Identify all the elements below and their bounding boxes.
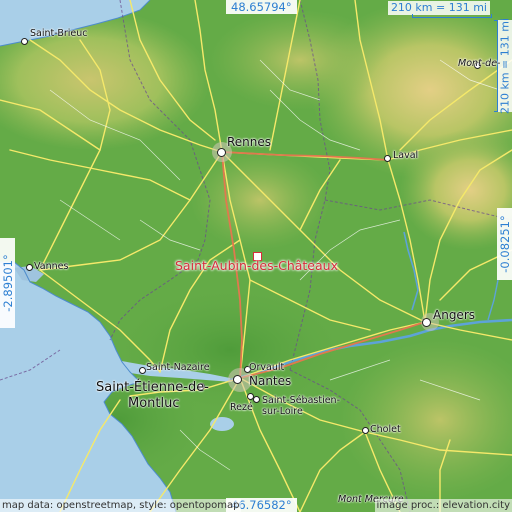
right-longitude-label: -0.08251° bbox=[497, 208, 512, 280]
city-label-rennes: Rennes bbox=[227, 135, 272, 149]
city-label-mont-des: Mont-de- bbox=[458, 58, 501, 69]
city-label-laval: Laval bbox=[393, 150, 419, 161]
city-dot-laval bbox=[384, 155, 391, 162]
city-dot-angers bbox=[422, 318, 431, 327]
map-attribution: map data: openstreetmap, style: opentopo… bbox=[0, 499, 242, 512]
city-dot-saint-nazaire bbox=[139, 367, 146, 374]
city-label-saint-nazaire: Saint-Nazaire bbox=[146, 362, 210, 373]
city-label-saint-etienne-line1: Saint-Étienne-de- bbox=[96, 380, 209, 395]
scale-horizontal-label: 210 km = 131 mi bbox=[387, 1, 490, 15]
scale-horizontal-bar bbox=[412, 14, 492, 18]
city-dot-nantes bbox=[233, 375, 242, 384]
city-dot-rennes bbox=[217, 148, 226, 157]
city-label-cholet: Cholet bbox=[370, 424, 401, 435]
right-longitude-text: -0.08251° bbox=[497, 215, 512, 273]
city-label-orvault: Orvault bbox=[249, 362, 285, 373]
target-location-label: Saint-Aubin-des-Châteaux bbox=[175, 258, 338, 273]
city-label-vannes: Vannes bbox=[34, 261, 69, 272]
city-dot-saint-sebastien bbox=[253, 396, 260, 403]
top-latitude-label: 48.65794° bbox=[226, 0, 297, 14]
image-attribution: image proc.: elevation.city bbox=[374, 499, 512, 512]
city-label-saint-sebastien-line1: Saint-Sébastien- bbox=[262, 395, 340, 406]
city-label-saint-brieuc: Saint-Brieuc bbox=[30, 28, 88, 39]
city-label-angers: Angers bbox=[433, 308, 475, 322]
city-dot-cholet bbox=[362, 427, 369, 434]
city-dot-vannes bbox=[26, 264, 33, 271]
map[interactable]: 48.65794° 46.76582° -2.89501° -0.08251° … bbox=[0, 0, 512, 512]
city-label-saint-sebastien-line2: sur-Loire bbox=[262, 406, 303, 417]
left-longitude-label: -2.89501° bbox=[0, 238, 15, 328]
city-label-reze: Rezé bbox=[230, 402, 253, 413]
city-label-nantes: Nantes bbox=[249, 374, 292, 388]
city-label-saint-etienne-line2: Montluc bbox=[128, 396, 180, 411]
left-longitude-text: -2.89501° bbox=[0, 254, 15, 312]
city-dot-saint-brieuc bbox=[21, 38, 28, 45]
